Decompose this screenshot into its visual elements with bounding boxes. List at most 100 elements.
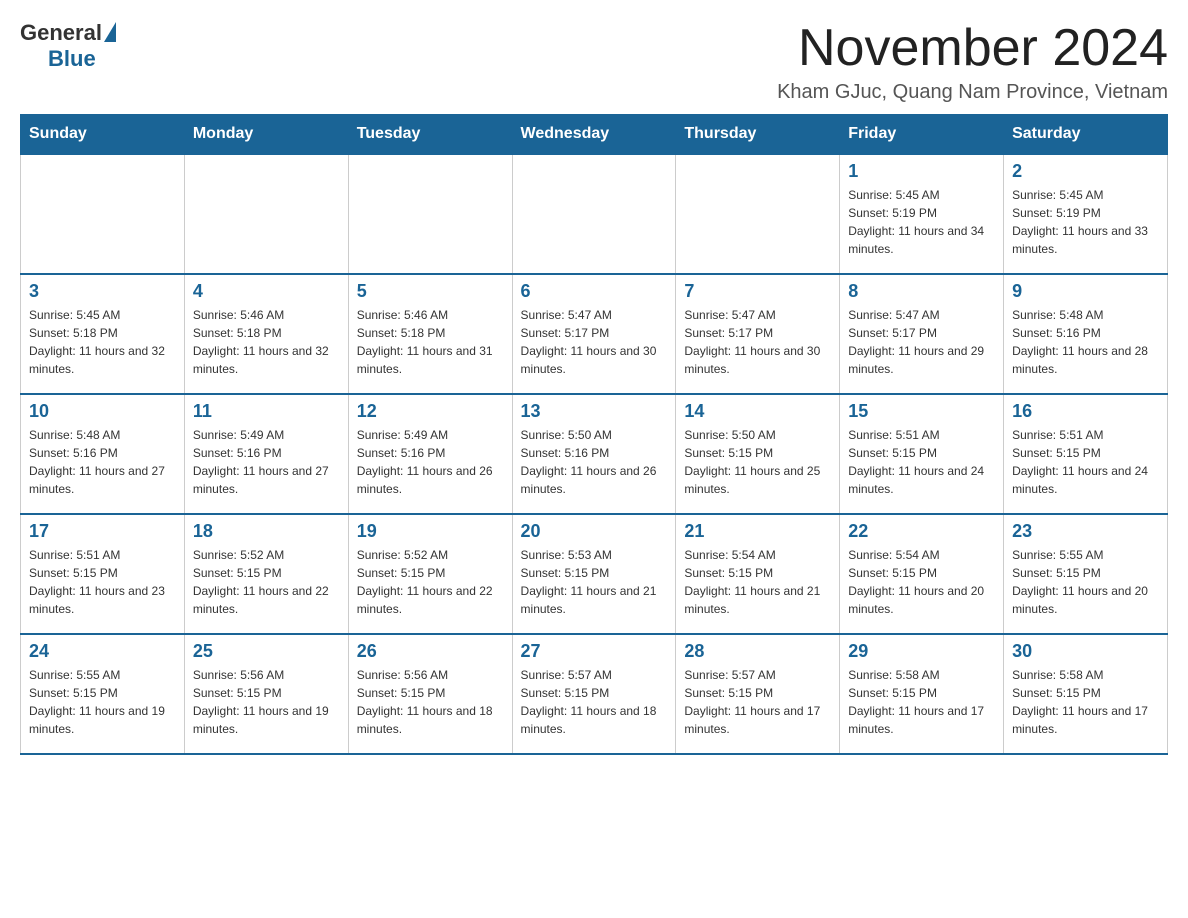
calendar-cell: 16 Sunrise: 5:51 AM Sunset: 5:15 PM Dayli…	[1004, 394, 1168, 514]
calendar-cell: 19 Sunrise: 5:52 AM Sunset: 5:15 PM Dayli…	[348, 514, 512, 634]
day-info: Sunrise: 5:46 AM Sunset: 5:18 PM Dayligh…	[193, 306, 340, 378]
calendar-cell	[184, 154, 348, 274]
day-number: 26	[357, 641, 504, 662]
day-number: 7	[684, 281, 831, 302]
calendar-cell: 5 Sunrise: 5:46 AM Sunset: 5:18 PM Daylig…	[348, 274, 512, 394]
calendar-header-thursday: Thursday	[676, 115, 840, 155]
location-title: Kham GJuc, Quang Nam Province, Vietnam	[777, 81, 1168, 104]
calendar-header-monday: Monday	[184, 115, 348, 155]
day-number: 20	[521, 521, 668, 542]
day-number: 15	[848, 401, 995, 422]
calendar-cell: 20 Sunrise: 5:53 AM Sunset: 5:15 PM Dayli…	[512, 514, 676, 634]
calendar-cell: 15 Sunrise: 5:51 AM Sunset: 5:15 PM Dayli…	[840, 394, 1004, 514]
calendar-cell: 6 Sunrise: 5:47 AM Sunset: 5:17 PM Daylig…	[512, 274, 676, 394]
calendar-table: SundayMondayTuesdayWednesdayThursdayFrid…	[20, 114, 1168, 755]
calendar-cell: 21 Sunrise: 5:54 AM Sunset: 5:15 PM Dayli…	[676, 514, 840, 634]
day-info: Sunrise: 5:45 AM Sunset: 5:19 PM Dayligh…	[848, 186, 995, 258]
calendar-cell: 22 Sunrise: 5:54 AM Sunset: 5:15 PM Dayli…	[840, 514, 1004, 634]
day-info: Sunrise: 5:54 AM Sunset: 5:15 PM Dayligh…	[848, 546, 995, 618]
calendar-header-friday: Friday	[840, 115, 1004, 155]
day-number: 17	[29, 521, 176, 542]
calendar-cell: 1 Sunrise: 5:45 AM Sunset: 5:19 PM Daylig…	[840, 154, 1004, 274]
day-number: 25	[193, 641, 340, 662]
calendar-cell: 3 Sunrise: 5:45 AM Sunset: 5:18 PM Daylig…	[21, 274, 185, 394]
day-number: 23	[1012, 521, 1159, 542]
day-info: Sunrise: 5:55 AM Sunset: 5:15 PM Dayligh…	[29, 666, 176, 738]
day-number: 19	[357, 521, 504, 542]
logo-general-text: General	[20, 20, 102, 46]
month-title: November 2024	[777, 20, 1168, 77]
calendar-cell: 14 Sunrise: 5:50 AM Sunset: 5:15 PM Dayli…	[676, 394, 840, 514]
day-number: 18	[193, 521, 340, 542]
calendar-cell	[21, 154, 185, 274]
day-number: 29	[848, 641, 995, 662]
day-info: Sunrise: 5:50 AM Sunset: 5:16 PM Dayligh…	[521, 426, 668, 498]
day-info: Sunrise: 5:56 AM Sunset: 5:15 PM Dayligh…	[357, 666, 504, 738]
logo-triangle-icon	[104, 22, 116, 42]
day-number: 22	[848, 521, 995, 542]
day-info: Sunrise: 5:57 AM Sunset: 5:15 PM Dayligh…	[521, 666, 668, 738]
day-number: 11	[193, 401, 340, 422]
day-info: Sunrise: 5:48 AM Sunset: 5:16 PM Dayligh…	[29, 426, 176, 498]
day-number: 3	[29, 281, 176, 302]
day-number: 1	[848, 161, 995, 182]
calendar-cell	[512, 154, 676, 274]
day-number: 28	[684, 641, 831, 662]
calendar-cell: 12 Sunrise: 5:49 AM Sunset: 5:16 PM Dayli…	[348, 394, 512, 514]
title-block: November 2024 Kham GJuc, Quang Nam Provi…	[777, 20, 1168, 104]
day-number: 13	[521, 401, 668, 422]
calendar-cell: 8 Sunrise: 5:47 AM Sunset: 5:17 PM Daylig…	[840, 274, 1004, 394]
logo: General Blue	[20, 20, 116, 72]
calendar-cell: 23 Sunrise: 5:55 AM Sunset: 5:15 PM Dayli…	[1004, 514, 1168, 634]
calendar-header-saturday: Saturday	[1004, 115, 1168, 155]
day-number: 5	[357, 281, 504, 302]
day-number: 16	[1012, 401, 1159, 422]
day-info: Sunrise: 5:54 AM Sunset: 5:15 PM Dayligh…	[684, 546, 831, 618]
calendar-cell: 7Sunrise: 5:47 AM Sunset: 5:17 PM Daylig…	[676, 274, 840, 394]
day-info: Sunrise: 5:52 AM Sunset: 5:15 PM Dayligh…	[357, 546, 504, 618]
calendar-cell: 4Sunrise: 5:46 AM Sunset: 5:18 PM Daylig…	[184, 274, 348, 394]
calendar-cell: 18Sunrise: 5:52 AM Sunset: 5:15 PM Dayli…	[184, 514, 348, 634]
day-info: Sunrise: 5:55 AM Sunset: 5:15 PM Dayligh…	[1012, 546, 1159, 618]
day-info: Sunrise: 5:49 AM Sunset: 5:16 PM Dayligh…	[357, 426, 504, 498]
day-number: 8	[848, 281, 995, 302]
calendar-cell: 25 Sunrise: 5:56 AM Sunset: 5:15 PM Dayli…	[184, 634, 348, 754]
day-info: Sunrise: 5:56 AM Sunset: 5:15 PM Dayligh…	[193, 666, 340, 738]
day-info: Sunrise: 5:50 AM Sunset: 5:15 PM Dayligh…	[684, 426, 831, 498]
day-info: Sunrise: 5:51 AM Sunset: 5:15 PM Dayligh…	[1012, 426, 1159, 498]
calendar-cell: 29Sunrise: 5:58 AM Sunset: 5:15 PM Dayli…	[840, 634, 1004, 754]
day-number: 14	[684, 401, 831, 422]
calendar-cell: 10Sunrise: 5:48 AM Sunset: 5:16 PM Dayli…	[21, 394, 185, 514]
day-number: 9	[1012, 281, 1159, 302]
day-info: Sunrise: 5:47 AM Sunset: 5:17 PM Dayligh…	[848, 306, 995, 378]
day-info: Sunrise: 5:49 AM Sunset: 5:16 PM Dayligh…	[193, 426, 340, 498]
day-info: Sunrise: 5:45 AM Sunset: 5:19 PM Dayligh…	[1012, 186, 1159, 258]
calendar-header-sunday: Sunday	[21, 115, 185, 155]
calendar-header-row: SundayMondayTuesdayWednesdayThursdayFrid…	[21, 115, 1168, 155]
day-number: 6	[521, 281, 668, 302]
calendar-header-wednesday: Wednesday	[512, 115, 676, 155]
day-info: Sunrise: 5:47 AM Sunset: 5:17 PM Dayligh…	[521, 306, 668, 378]
calendar-week-row: 24Sunrise: 5:55 AM Sunset: 5:15 PM Dayli…	[21, 634, 1168, 754]
calendar-header-tuesday: Tuesday	[348, 115, 512, 155]
logo-blue-text: Blue	[48, 46, 96, 72]
calendar-cell: 2 Sunrise: 5:45 AM Sunset: 5:19 PM Daylig…	[1004, 154, 1168, 274]
calendar-cell: 17 Sunrise: 5:51 AM Sunset: 5:15 PM Dayli…	[21, 514, 185, 634]
page-header: General Blue November 2024 Kham GJuc, Qu…	[20, 20, 1168, 104]
day-number: 2	[1012, 161, 1159, 182]
calendar-cell: 30Sunrise: 5:58 AM Sunset: 5:15 PM Dayli…	[1004, 634, 1168, 754]
calendar-cell: 26 Sunrise: 5:56 AM Sunset: 5:15 PM Dayli…	[348, 634, 512, 754]
calendar-cell	[676, 154, 840, 274]
day-number: 12	[357, 401, 504, 422]
day-info: Sunrise: 5:46 AM Sunset: 5:18 PM Dayligh…	[357, 306, 504, 378]
day-info: Sunrise: 5:45 AM Sunset: 5:18 PM Dayligh…	[29, 306, 176, 378]
day-info: Sunrise: 5:53 AM Sunset: 5:15 PM Dayligh…	[521, 546, 668, 618]
calendar-week-row: 17 Sunrise: 5:51 AM Sunset: 5:15 PM Dayli…	[21, 514, 1168, 634]
day-info: Sunrise: 5:51 AM Sunset: 5:15 PM Dayligh…	[848, 426, 995, 498]
day-number: 21	[684, 521, 831, 542]
calendar-week-row: 10Sunrise: 5:48 AM Sunset: 5:16 PM Dayli…	[21, 394, 1168, 514]
calendar-cell: 28Sunrise: 5:57 AM Sunset: 5:15 PM Dayli…	[676, 634, 840, 754]
day-number: 27	[521, 641, 668, 662]
day-info: Sunrise: 5:51 AM Sunset: 5:15 PM Dayligh…	[29, 546, 176, 618]
calendar-week-row: 1 Sunrise: 5:45 AM Sunset: 5:19 PM Daylig…	[21, 154, 1168, 274]
